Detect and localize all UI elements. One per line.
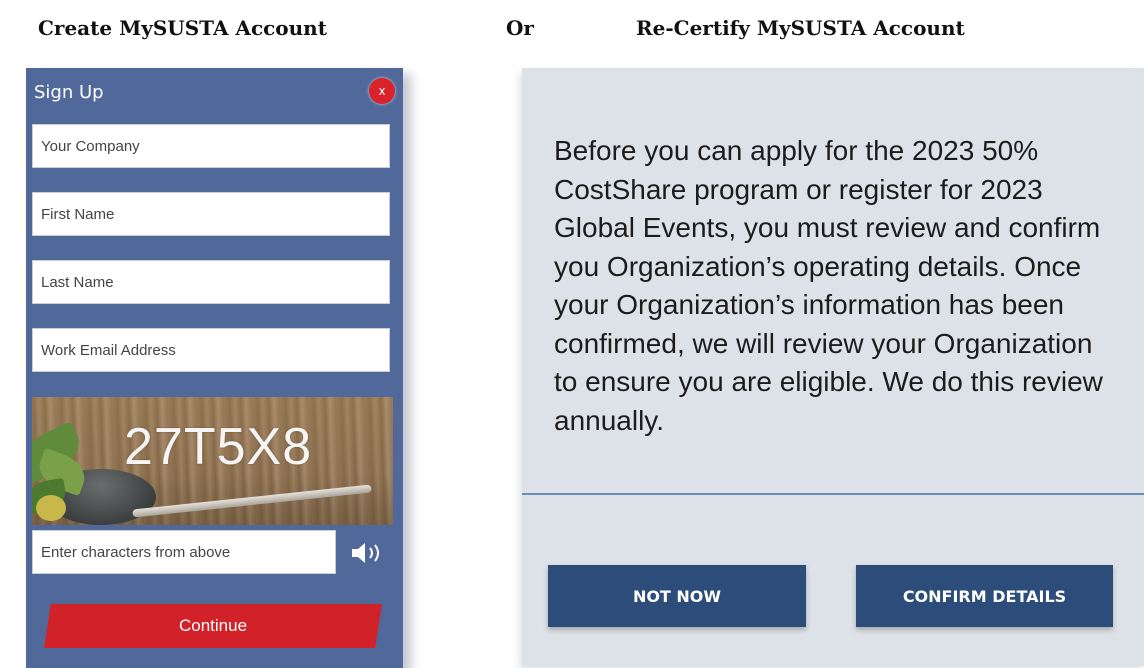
recertify-message: Before you can apply for the 2023 50% Co… <box>554 135 1103 436</box>
recertify-account-heading: Re-Certify MySUSTA Account <box>636 16 965 40</box>
close-button[interactable]: x <box>369 78 395 104</box>
captcha-lime <box>36 495 66 521</box>
first-name-field[interactable]: First Name <box>32 192 390 236</box>
captcha-spoon <box>132 484 372 518</box>
speaker-icon[interactable] <box>350 542 384 564</box>
signup-title: Sign Up <box>34 82 104 103</box>
divider <box>522 493 1144 495</box>
confirm-details-button[interactable]: CONFIRM DETAILS <box>856 565 1113 627</box>
or-separator: Or <box>506 16 534 40</box>
signup-panel: Sign Up x Your Company First Name Last N… <box>26 68 403 668</box>
email-field[interactable]: Work Email Address <box>32 328 390 372</box>
captcha-image: 27T5X8 <box>32 397 393 525</box>
create-account-heading: Create MySUSTA Account <box>38 16 327 40</box>
last-name-field[interactable]: Last Name <box>32 260 390 304</box>
captcha-input[interactable]: Enter characters from above <box>32 530 336 574</box>
not-now-button[interactable]: NOT NOW <box>548 565 806 627</box>
continue-button[interactable]: Continue <box>44 604 382 648</box>
recertify-panel: Before you can apply for the 2023 50% Co… <box>522 68 1144 666</box>
captcha-code: 27T5X8 <box>124 418 313 476</box>
company-field[interactable]: Your Company <box>32 124 390 168</box>
